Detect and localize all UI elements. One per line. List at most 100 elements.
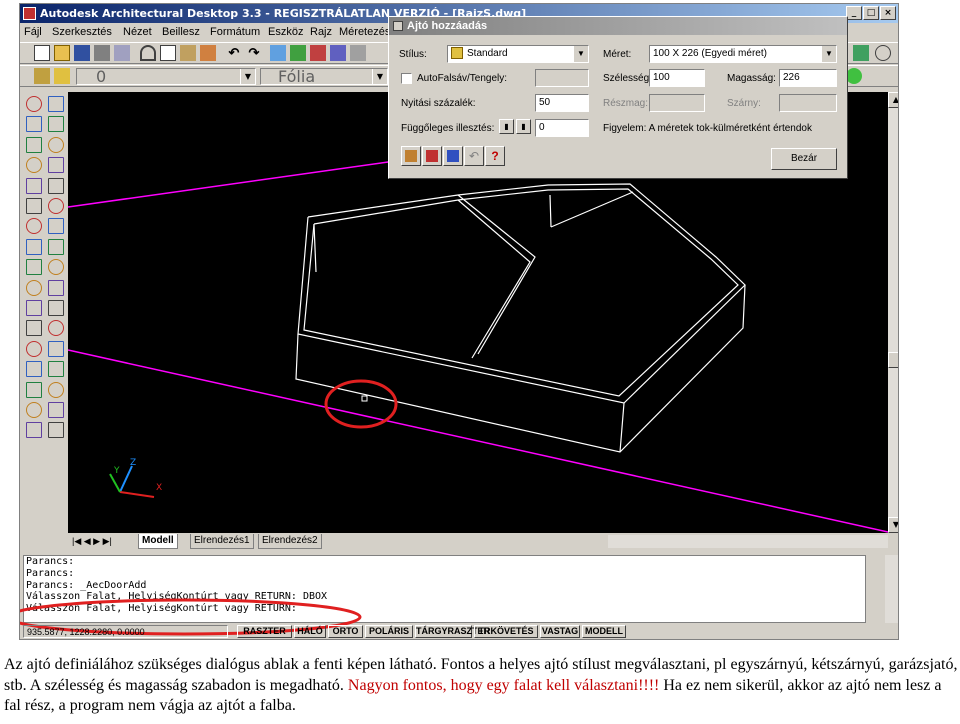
tracking-icon[interactable] (290, 45, 306, 61)
layers-icon[interactable] (34, 68, 50, 84)
vertical-scrollbar[interactable]: ▲ ▼ (888, 92, 898, 533)
status-targyraszter[interactable]: TÁRGYRASZTER (415, 625, 490, 638)
tool-icon[interactable] (48, 300, 64, 316)
aerial-view-icon[interactable] (330, 45, 346, 61)
tool-icon[interactable] (48, 96, 64, 112)
tool-icon[interactable] (26, 381, 42, 398)
tool-icon[interactable] (26, 259, 42, 276)
tab-modell[interactable]: Modell (138, 534, 178, 549)
tool-icon[interactable] (26, 300, 42, 316)
horizontal-scrollbar[interactable] (608, 535, 888, 548)
tool-icon[interactable] (26, 218, 42, 235)
align-bottom-icon[interactable]: ▮ (516, 119, 531, 134)
scroll-up-icon[interactable]: ▲ (888, 92, 898, 108)
tool-icon[interactable] (26, 361, 42, 378)
properties-icon[interactable] (443, 146, 463, 166)
menu-szerkesztes[interactable]: Szerkesztés (52, 26, 112, 38)
status-trkovetes[interactable]: TRKÖVETÉS (474, 625, 538, 638)
autofalsav-checkbox[interactable] (401, 73, 412, 84)
link-icon[interactable] (270, 45, 286, 61)
tool-icon[interactable] (48, 116, 64, 133)
save-icon[interactable] (74, 45, 90, 61)
minimize-button[interactable]: _ (846, 6, 862, 20)
tool-icon[interactable] (48, 157, 64, 174)
match-icon[interactable] (422, 146, 442, 166)
szelesseg-input[interactable]: 100 (649, 69, 705, 87)
pan-icon[interactable] (350, 45, 366, 61)
tool-icon[interactable] (48, 402, 64, 418)
close-button[interactable]: × (880, 6, 896, 20)
tool-icon[interactable] (48, 320, 64, 337)
scroll-down-icon[interactable]: ▼ (888, 517, 898, 533)
tool-icon[interactable] (26, 238, 42, 255)
status-modell[interactable]: MODELL (582, 625, 626, 638)
status-vastag[interactable]: VASTAG (540, 625, 580, 638)
tool-icon[interactable] (26, 136, 42, 153)
tool-icon[interactable] (26, 96, 42, 112)
cut-icon[interactable] (140, 45, 156, 61)
tool-icon[interactable] (48, 361, 64, 378)
tab-elrendezes2[interactable]: Elrendezés2 (258, 534, 322, 549)
tool-icon[interactable] (26, 198, 42, 214)
magassag-input[interactable]: 226 (779, 69, 837, 87)
tool-icon[interactable] (26, 116, 42, 133)
tool-icon[interactable] (26, 340, 42, 357)
tool-icon[interactable] (48, 198, 64, 214)
fuggoleges-input[interactable]: 0 (535, 119, 589, 137)
new-file-icon[interactable] (34, 45, 50, 61)
match-properties-icon[interactable] (200, 45, 216, 61)
tool-icon[interactable] (48, 422, 64, 439)
undo-icon[interactable]: ↶ (226, 45, 242, 61)
tool-icon[interactable] (26, 157, 42, 174)
undo-icon[interactable]: ↶ (464, 146, 484, 166)
maximize-button[interactable]: □ (863, 6, 879, 20)
tool-icon[interactable] (48, 238, 64, 255)
print-icon[interactable] (94, 45, 110, 61)
tool-icon[interactable] (26, 422, 42, 439)
menu-beillesz[interactable]: Beillesz (162, 26, 200, 38)
redo-icon[interactable]: ↷ (246, 45, 262, 61)
nyitasi-input[interactable]: 50 (535, 94, 589, 112)
scroll-thumb[interactable] (888, 352, 898, 368)
tool-icon[interactable] (48, 340, 64, 357)
tool-icon[interactable] (26, 279, 42, 296)
command-scrollbar[interactable] (885, 555, 898, 623)
tool-icon[interactable] (48, 177, 64, 194)
status-orto[interactable]: ORTO (328, 625, 363, 638)
tool-icon[interactable] (48, 381, 64, 398)
tool-icon[interactable] (48, 259, 64, 276)
snap-settings-icon[interactable] (846, 68, 862, 84)
menu-fajl[interactable]: Fájl (24, 26, 42, 38)
status-halo[interactable]: HÁLÓ (294, 625, 326, 638)
help-icon[interactable] (875, 45, 891, 61)
menu-eszkoz[interactable]: Eszköz (268, 26, 303, 38)
meret-dropdown[interactable]: 100 X 226 (Egyedi méret) ▼ (649, 45, 837, 63)
help-icon[interactable]: ? (485, 146, 505, 166)
copy-icon[interactable] (160, 45, 176, 61)
align-top-icon[interactable]: ▮ (499, 119, 514, 134)
tool-icon[interactable] (26, 320, 42, 337)
layer-dropdown[interactable]: 0 ▼ (76, 68, 256, 85)
menu-rajz[interactable]: Rajz (310, 26, 332, 38)
tool-icon[interactable] (48, 218, 64, 235)
tool-icon[interactable] (48, 136, 64, 153)
status-polaris[interactable]: POLÁRIS (365, 625, 413, 638)
tab-nav-icons[interactable]: |◀ ◀ ▶ ▶| (69, 534, 115, 548)
status-raszter[interactable]: RASZTER (237, 625, 292, 638)
open-file-icon[interactable] (54, 45, 70, 61)
stilus-dropdown[interactable]: Standard ▼ (447, 45, 589, 63)
ucs-icon[interactable] (310, 45, 326, 61)
linetype-dropdown[interactable]: Fólia ▼ (260, 68, 388, 85)
preview-icon[interactable] (114, 45, 130, 61)
menu-nezet[interactable]: Nézet (123, 26, 152, 38)
tool-icon[interactable] (26, 402, 42, 418)
menu-meretezes[interactable]: Méretezés (339, 26, 390, 38)
tab-elrendezes1[interactable]: Elrendezés1 (190, 534, 254, 549)
menu-formatum[interactable]: Formátum (210, 26, 260, 38)
paste-icon[interactable] (180, 45, 196, 61)
layer-state-icon[interactable] (54, 68, 70, 84)
view-3d-icon[interactable] (853, 45, 869, 61)
door-style-manager-icon[interactable] (401, 146, 421, 166)
tool-icon[interactable] (48, 279, 64, 296)
tool-icon[interactable] (26, 177, 42, 194)
